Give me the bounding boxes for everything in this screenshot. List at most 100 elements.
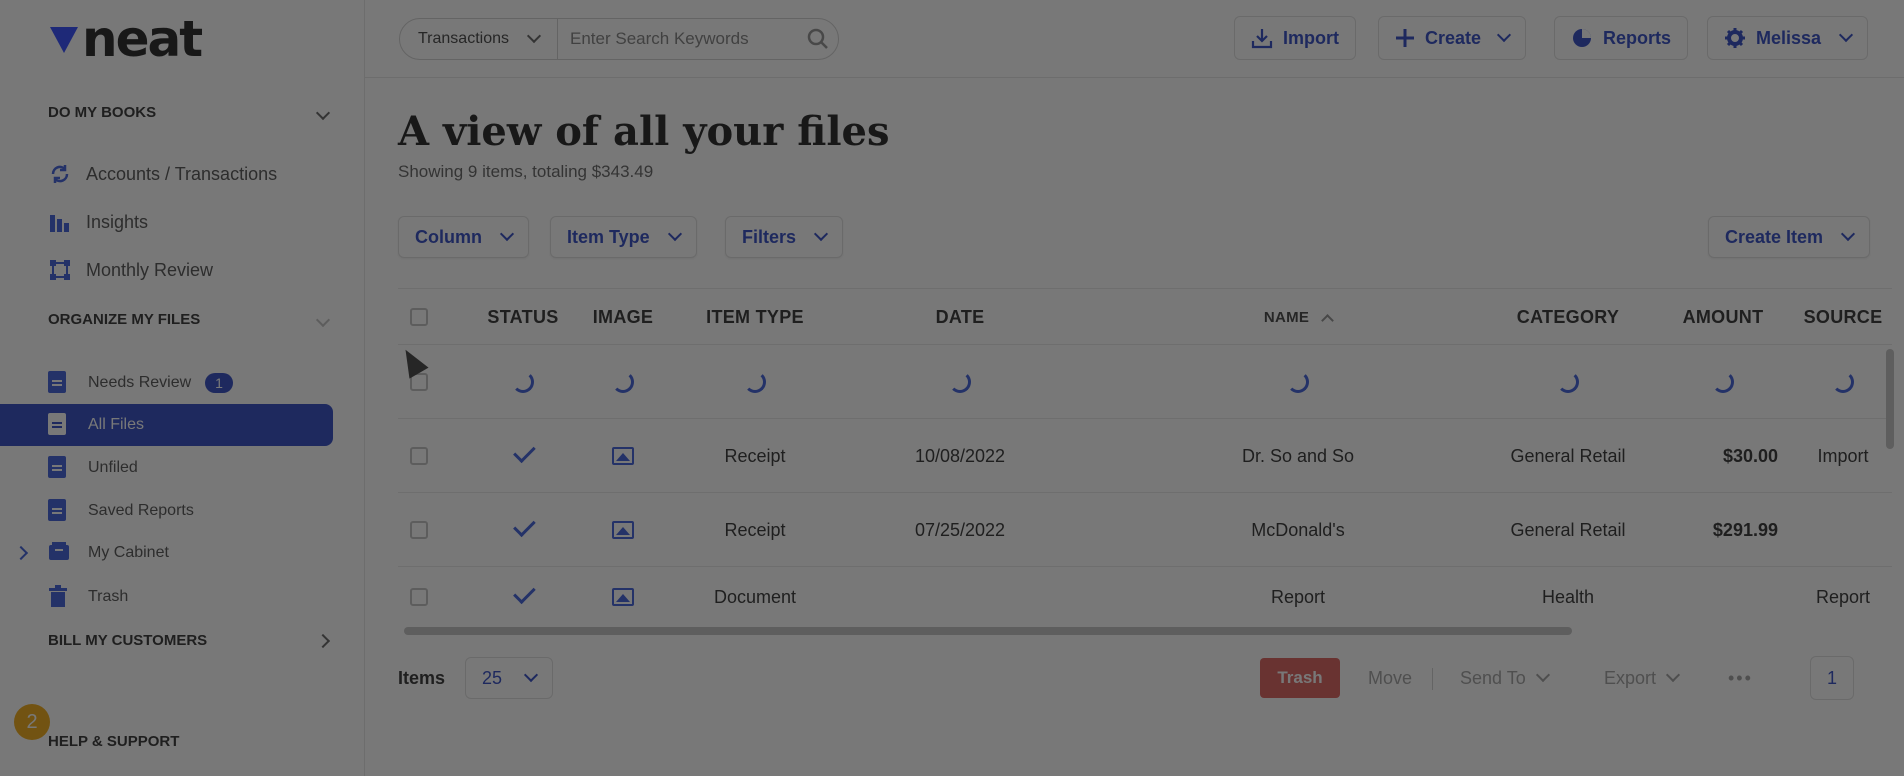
chevron-right-icon[interactable] <box>13 545 29 561</box>
cell-name: McDonald's <box>1251 519 1345 540</box>
column-header-amount[interactable]: AMOUNT <box>1648 289 1798 345</box>
send-to-button[interactable]: Send To <box>1460 658 1550 698</box>
chevron-down-icon <box>499 226 515 242</box>
status-check-icon <box>468 567 578 627</box>
document-icon <box>48 456 68 480</box>
section-bill-my-customers-label: BILL MY CUSTOMERS <box>48 632 208 649</box>
search-type-label: Transactions <box>418 30 509 47</box>
filters-label: Filters <box>742 226 797 247</box>
chevron-down-icon <box>1665 667 1681 683</box>
move-button[interactable]: Move <box>1368 658 1412 698</box>
create-item-button[interactable]: Create Item <box>1708 216 1871 258</box>
column-filter-button[interactable]: Column <box>398 216 529 258</box>
sidebar-item-all-files[interactable]: All Files <box>0 404 333 446</box>
loading-spinner-icon <box>1468 345 1668 419</box>
column-header-category[interactable]: CATEGORY <box>1468 289 1668 345</box>
neat-logo[interactable]: neat <box>48 10 203 68</box>
cell-amount <box>1638 567 1778 627</box>
chevron-down-icon <box>315 105 331 120</box>
filters-button[interactable]: Filters <box>725 216 844 258</box>
horizontal-scrollbar[interactable] <box>404 627 1572 635</box>
column-header-status[interactable]: STATUS <box>468 289 578 345</box>
table-footer: Items 25 Trash Move Send To Export ••• 1 <box>398 656 1892 700</box>
cell-source: Report <box>1815 586 1871 607</box>
notification-badge[interactable]: 2 <box>14 704 50 740</box>
table-row[interactable]: Receipt 10/08/2022 Dr. So and So General… <box>398 419 1892 493</box>
sidebar-item-label: Accounts / Transactions <box>86 163 278 184</box>
items-per-page-value: 25 <box>482 667 503 688</box>
row-checkbox[interactable] <box>404 419 434 493</box>
create-button[interactable]: Create <box>1378 16 1527 60</box>
items-per-page-select[interactable]: 25 <box>465 657 554 699</box>
column-header-name[interactable]: NAME <box>1218 289 1378 345</box>
section-organize-my-files[interactable]: ORGANIZE MY FILES <box>48 311 331 328</box>
chevron-down-icon <box>1840 226 1856 242</box>
search-bar: Transactions <box>399 18 839 60</box>
reports-label: Reports <box>1603 27 1672 48</box>
cell-item-type: Document <box>713 586 797 607</box>
sidebar-item-trash[interactable]: Trash <box>0 576 333 618</box>
image-thumbnail-icon[interactable] <box>578 419 668 493</box>
row-checkbox[interactable] <box>404 493 434 567</box>
image-thumbnail-icon[interactable] <box>578 493 668 567</box>
table-header: STATUS IMAGE ITEM TYPE DATE NAME CATEGOR… <box>398 289 1892 345</box>
image-thumbnail-icon[interactable] <box>578 567 668 627</box>
cell-amount: $291.99 <box>1712 519 1778 540</box>
send-to-label: Send To <box>1460 667 1526 688</box>
loading-spinner-icon <box>690 345 820 419</box>
more-actions-button[interactable]: ••• <box>1728 658 1753 698</box>
loading-spinner-icon <box>880 345 1040 419</box>
section-do-my-books[interactable]: DO MY BOOKS <box>48 104 331 121</box>
cell-date <box>880 567 1040 627</box>
sort-ascending-icon <box>1321 313 1335 327</box>
column-header-image[interactable]: IMAGE <box>578 289 668 345</box>
reports-button[interactable]: Reports <box>1554 16 1689 60</box>
document-icon <box>48 499 68 523</box>
item-type-filter-label: Item Type <box>567 226 650 247</box>
sidebar-item-saved-reports[interactable]: Saved Reports <box>0 490 333 532</box>
search-type-select[interactable]: Transactions <box>400 19 558 59</box>
sidebar: neat DO MY BOOKS Accounts / Transactions… <box>0 0 365 776</box>
column-header-item-type[interactable]: ITEM TYPE <box>690 289 820 345</box>
import-button[interactable]: Import <box>1234 16 1356 60</box>
row-checkbox[interactable] <box>404 567 434 627</box>
cell-item-type: Receipt <box>724 519 786 540</box>
column-header-name-label: NAME <box>1263 308 1310 326</box>
search-icon[interactable] <box>798 28 838 50</box>
table-row[interactable]: Document Report Health Report <box>398 567 1892 627</box>
logo-text: neat <box>82 10 203 68</box>
sidebar-item-needs-review[interactable]: Needs Review 1 <box>0 362 333 404</box>
column-header-source[interactable]: SOURCE <box>1798 289 1888 345</box>
cell-item-type: Receipt <box>724 445 786 466</box>
section-help-support[interactable]: HELP & SUPPORT <box>48 733 328 750</box>
status-check-icon <box>468 419 578 493</box>
sidebar-item-my-cabinet[interactable]: My Cabinet <box>0 532 333 574</box>
page-subtitle: Showing 9 items, totaling $343.49 <box>398 162 654 181</box>
export-button[interactable]: Export <box>1604 658 1681 698</box>
trash-icon <box>48 585 68 609</box>
sidebar-item-insights[interactable]: Insights <box>48 210 148 234</box>
trash-button[interactable]: Trash <box>1260 658 1340 698</box>
sidebar-item-accounts-transactions[interactable]: Accounts / Transactions <box>48 162 277 186</box>
cabinet-icon <box>48 541 69 565</box>
sidebar-item-monthly-review[interactable]: Monthly Review <box>48 258 213 282</box>
section-bill-my-customers[interactable]: BILL MY CUSTOMERS <box>48 632 331 649</box>
item-type-filter-button[interactable]: Item Type <box>550 216 697 258</box>
column-header-date[interactable]: DATE <box>880 289 1040 345</box>
user-menu-button[interactable]: Melissa <box>1707 16 1869 60</box>
cell-name: Dr. So and So <box>1241 445 1355 466</box>
sidebar-item-unfiled[interactable]: Unfiled <box>0 447 333 489</box>
cell-source: Import <box>1817 445 1869 466</box>
sidebar-item-label: Insights <box>86 211 149 232</box>
select-all-checkbox[interactable] <box>404 289 434 345</box>
pagination-page-1[interactable]: 1 <box>1810 656 1854 700</box>
sync-icon <box>48 162 72 186</box>
user-name-label: Melissa <box>1756 27 1822 48</box>
document-icon <box>48 371 68 395</box>
sidebar-item-label: All Files <box>88 416 145 433</box>
search-input[interactable] <box>558 19 798 59</box>
vertical-scrollbar[interactable] <box>1886 349 1894 449</box>
chevron-down-icon <box>813 226 829 242</box>
table-row[interactable]: Receipt 07/25/2022 McDonald's General Re… <box>398 493 1892 567</box>
top-bar: Transactions Import Create Reports Melis… <box>365 0 1904 78</box>
